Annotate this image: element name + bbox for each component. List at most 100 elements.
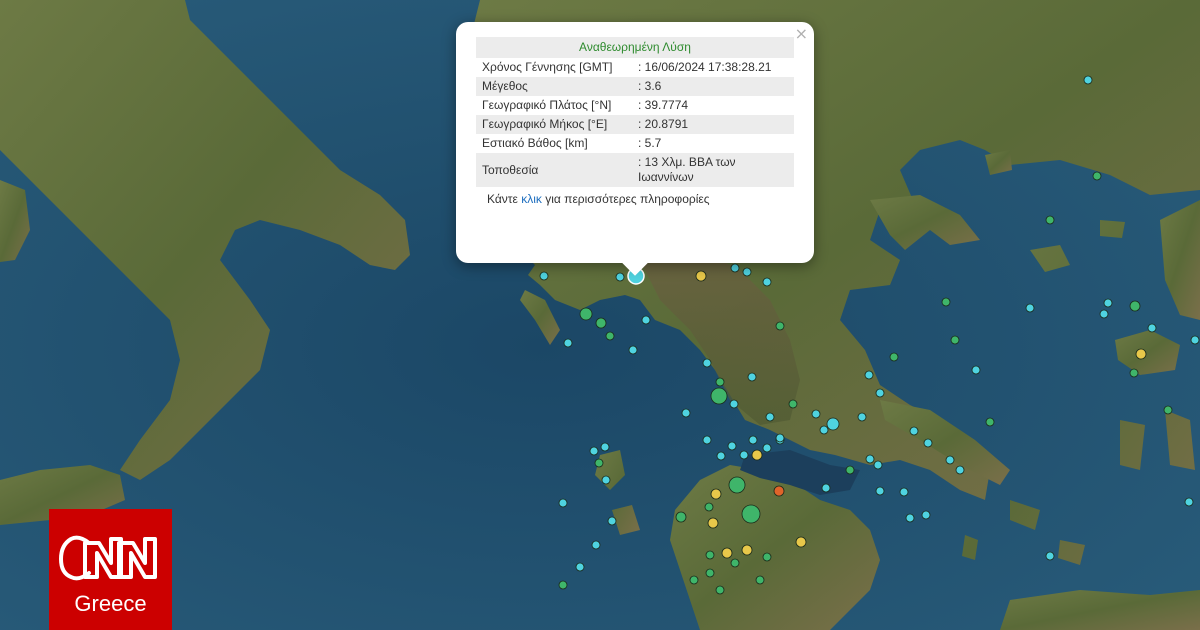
earthquake-marker[interactable]: [539, 271, 549, 281]
earthquake-marker[interactable]: [563, 338, 573, 348]
earthquake-marker[interactable]: [755, 575, 765, 585]
earthquake-marker[interactable]: [728, 476, 746, 494]
earthquake-marker[interactable]: [865, 454, 875, 464]
row-magnitude: Μέγεθος : 3.6: [476, 77, 794, 96]
earthquake-marker[interactable]: [681, 408, 691, 418]
earthquake-details-table: Αναθεωρημένη Λύση Χρόνος Γέννησης [GMT] …: [476, 37, 794, 187]
earthquake-marker[interactable]: [710, 488, 722, 500]
earthquake-marker[interactable]: [695, 270, 707, 282]
earthquake-marker[interactable]: [923, 438, 933, 448]
earthquake-marker[interactable]: [716, 451, 726, 461]
earthquake-marker[interactable]: [1083, 75, 1093, 85]
earthquake-marker[interactable]: [707, 517, 719, 529]
earthquake-marker[interactable]: [955, 465, 965, 475]
earthquake-marker[interactable]: [1190, 335, 1200, 345]
earthquake-marker[interactable]: [1045, 215, 1055, 225]
earthquake-marker[interactable]: [628, 345, 638, 355]
earthquake-marker[interactable]: [1092, 171, 1102, 181]
earthquake-marker[interactable]: [826, 417, 840, 431]
earthquake-marker[interactable]: [788, 399, 798, 409]
earthquake-marker[interactable]: [950, 335, 960, 345]
earthquake-marker[interactable]: [607, 516, 617, 526]
earthquake-marker[interactable]: [704, 502, 714, 512]
earthquake-marker[interactable]: [762, 552, 772, 562]
row-value: : 20.8791: [638, 117, 689, 131]
earthquake-marker[interactable]: [751, 449, 763, 461]
earthquake-marker[interactable]: [857, 412, 867, 422]
earthquake-marker[interactable]: [773, 485, 785, 497]
earthquake-marker[interactable]: [1103, 298, 1113, 308]
earthquake-marker[interactable]: [1045, 551, 1055, 561]
earthquake-marker[interactable]: [741, 504, 761, 524]
earthquake-marker[interactable]: [864, 370, 874, 380]
earthquake-marker[interactable]: [821, 483, 831, 493]
close-icon[interactable]: ×: [795, 24, 808, 44]
earthquake-marker[interactable]: [595, 317, 607, 329]
earthquake-marker[interactable]: [705, 550, 715, 560]
earthquake-marker[interactable]: [875, 388, 885, 398]
earthquake-marker[interactable]: [765, 412, 775, 422]
earthquake-marker[interactable]: [971, 365, 981, 375]
earthquake-marker[interactable]: [899, 487, 909, 497]
earthquake-marker[interactable]: [889, 352, 899, 362]
earthquake-marker[interactable]: [710, 387, 728, 405]
earthquake-marker[interactable]: [873, 460, 883, 470]
earthquake-marker[interactable]: [615, 272, 625, 282]
earthquake-marker[interactable]: [1184, 497, 1194, 507]
earthquake-marker[interactable]: [675, 511, 687, 523]
earthquake-marker[interactable]: [1147, 323, 1157, 333]
earthquake-marker[interactable]: [741, 544, 753, 556]
earthquake-marker[interactable]: [579, 307, 593, 321]
earthquake-marker[interactable]: [1025, 303, 1035, 313]
earthquake-marker[interactable]: [1135, 348, 1147, 360]
earthquake-marker[interactable]: [1099, 309, 1109, 319]
earthquake-marker[interactable]: [702, 435, 712, 445]
earthquake-marker[interactable]: [1129, 368, 1139, 378]
earthquake-marker[interactable]: [702, 358, 712, 368]
earthquake-marker[interactable]: [591, 540, 601, 550]
earthquake-marker[interactable]: [727, 441, 737, 451]
earthquake-marker[interactable]: [945, 455, 955, 465]
earthquake-marker[interactable]: [641, 315, 651, 325]
earthquake-marker[interactable]: [762, 443, 772, 453]
earthquake-marker[interactable]: [589, 446, 599, 456]
earthquake-marker[interactable]: [739, 450, 749, 460]
earthquake-marker[interactable]: [605, 331, 615, 341]
earthquake-marker[interactable]: [742, 267, 752, 277]
earthquake-marker[interactable]: [558, 580, 568, 590]
earthquake-marker[interactable]: [775, 321, 785, 331]
row-label: Μέγεθος: [482, 79, 528, 93]
earthquake-marker[interactable]: [558, 498, 568, 508]
earthquake-marker[interactable]: [921, 510, 931, 520]
earthquake-marker[interactable]: [748, 435, 758, 445]
earthquake-marker[interactable]: [762, 277, 772, 287]
row-value: : 39.7774: [638, 98, 689, 112]
earthquake-marker[interactable]: [705, 568, 715, 578]
earthquake-marker[interactable]: [689, 575, 699, 585]
earthquake-marker[interactable]: [1163, 405, 1173, 415]
earthquake-marker[interactable]: [941, 297, 951, 307]
earthquake-marker[interactable]: [811, 409, 821, 419]
earthquake-marker[interactable]: [1129, 300, 1141, 312]
earthquake-marker[interactable]: [819, 425, 829, 435]
earthquake-marker[interactable]: [721, 547, 733, 559]
earthquake-marker[interactable]: [795, 536, 807, 548]
earthquake-marker[interactable]: [845, 465, 855, 475]
earthquake-marker[interactable]: [601, 475, 611, 485]
earthquake-marker[interactable]: [715, 377, 725, 387]
earthquake-marker[interactable]: [775, 433, 785, 443]
earthquake-marker[interactable]: [729, 399, 739, 409]
earthquake-marker[interactable]: [875, 486, 885, 496]
row-label: Χρόνος Γέννησης [GMT]: [482, 60, 613, 74]
earthquake-marker[interactable]: [747, 372, 757, 382]
earthquake-marker[interactable]: [730, 558, 740, 568]
more-info-link[interactable]: κλικ: [521, 192, 542, 206]
earthquake-marker[interactable]: [905, 513, 915, 523]
earthquake-marker[interactable]: [600, 442, 610, 452]
earthquake-marker[interactable]: [575, 562, 585, 572]
earthquake-marker[interactable]: [594, 458, 604, 468]
earthquake-marker[interactable]: [909, 426, 919, 436]
earthquake-marker[interactable]: [985, 417, 995, 427]
earthquake-marker[interactable]: [730, 263, 740, 273]
earthquake-marker[interactable]: [715, 585, 725, 595]
